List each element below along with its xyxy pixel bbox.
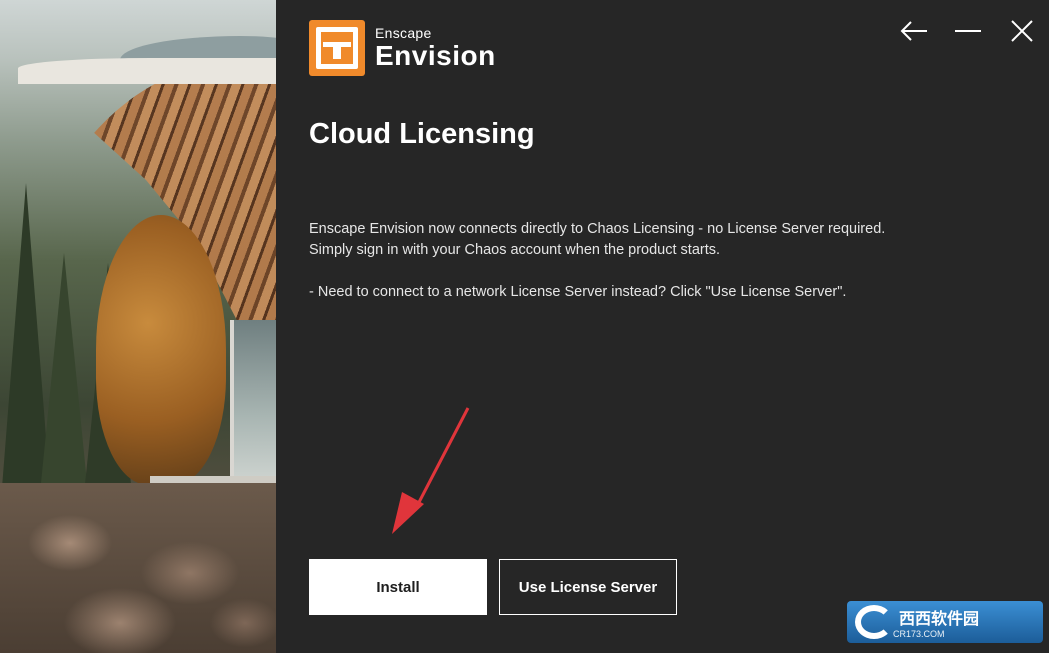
logo-wordmark: Enscape Envision [375, 25, 496, 72]
close-button[interactable] [995, 14, 1049, 48]
watermark-logo-icon [855, 605, 893, 639]
glass-facade [230, 320, 276, 480]
use-license-server-button[interactable]: Use License Server [499, 559, 677, 615]
back-button[interactable] [887, 14, 941, 48]
watermark-sub: CR173.COM [893, 629, 945, 639]
brand-big: Envision [375, 39, 496, 71]
brand-small: Enscape [375, 24, 432, 41]
rocks [0, 483, 276, 653]
close-icon [1011, 20, 1033, 42]
minimize-button[interactable] [941, 14, 995, 48]
description-line: Simply sign in with your Chaos account w… [309, 242, 721, 258]
page-title: Cloud Licensing [309, 118, 535, 150]
minimize-icon [955, 30, 981, 32]
watermark: 西西软件园 CR173.COM [847, 601, 1043, 643]
description: Enscape Envision now connects directly t… [309, 219, 929, 303]
hero-image [0, 0, 276, 653]
window-controls [887, 14, 1049, 48]
arrow-left-icon [900, 21, 927, 41]
watermark-text: 西西软件园 [899, 611, 980, 628]
installer-panel: Enscape Envision Cloud Licensing Enscape… [276, 0, 1049, 653]
app-logo: Enscape Envision [309, 20, 496, 76]
description-line: Enscape Envision now connects directly t… [309, 221, 886, 237]
autumn-tree [96, 215, 226, 485]
enscape-logo-icon [309, 20, 365, 76]
install-button[interactable]: Install [309, 559, 487, 615]
license-server-hint: - Need to connect to a network License S… [309, 284, 847, 300]
annotation-arrow [392, 407, 470, 534]
roof-edge [18, 58, 276, 84]
